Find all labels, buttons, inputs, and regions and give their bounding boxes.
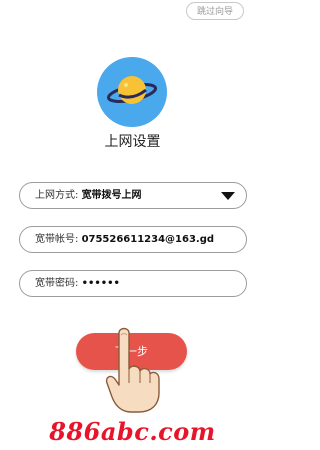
pointing-hand-icon <box>105 327 160 413</box>
broadband-password-label: 宽带密码: <box>35 278 79 289</box>
broadband-account-label: 宽带帐号: <box>35 234 79 245</box>
broadband-account-value: 075526611234@163.gd <box>81 234 215 245</box>
page-title: 上网设置 <box>104 134 161 150</box>
connection-mode-label: 上网方式: <box>35 190 79 201</box>
broadband-password-field[interactable]: 宽带密码: •••••• <box>19 270 247 297</box>
skip-wizard-button[interactable]: 跳过向导 <box>186 2 244 20</box>
dropdown-arrow-icon[interactable] <box>221 192 235 200</box>
connection-mode-select[interactable]: 上网方式: 宽带拨号上网 <box>19 182 247 209</box>
broadband-account-field[interactable]: 宽带帐号: 075526611234@163.gd <box>19 226 247 253</box>
site-watermark: 886abc.com <box>49 417 216 446</box>
connection-mode-value: 宽带拨号上网 <box>81 190 142 201</box>
broadband-password-value: •••••• <box>81 278 120 289</box>
planet-logo-icon <box>97 57 167 127</box>
